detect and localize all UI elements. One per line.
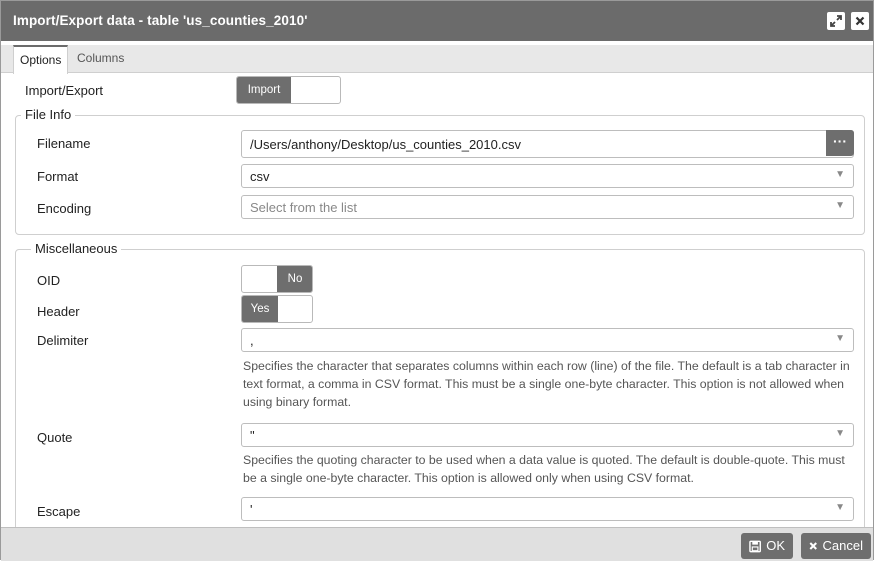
tab-bar: Options Columns — [1, 45, 873, 74]
delimiter-select[interactable]: , ▼ — [241, 328, 854, 352]
format-label: Format — [37, 169, 79, 184]
header-toggle[interactable]: Yes — [241, 295, 313, 323]
import-export-toggle-value: Import — [237, 77, 291, 103]
dialog-title: Import/Export data - table 'us_counties_… — [13, 13, 308, 28]
header-label: Header — [37, 304, 80, 319]
dialog-titlebar[interactable]: Import/Export data - table 'us_counties_… — [1, 1, 873, 41]
browse-button[interactable]: ··· — [826, 130, 854, 156]
maximize-button[interactable] — [827, 12, 845, 30]
cancel-button[interactable]: Cancel — [801, 533, 871, 559]
chevron-down-icon: ▼ — [835, 333, 845, 344]
import-export-toggle[interactable]: Import — [236, 76, 341, 104]
delimiter-label: Delimiter — [37, 333, 89, 348]
delimiter-value: , — [250, 333, 254, 348]
oid-toggle-value: No — [277, 266, 312, 292]
encoding-placeholder: Select from the list — [250, 200, 357, 215]
filename-label: Filename — [37, 136, 91, 151]
quote-value: " — [250, 428, 255, 443]
more-icon: ··· — [833, 133, 847, 149]
save-icon — [749, 540, 761, 552]
cancel-button-label: Cancel — [822, 538, 863, 553]
quote-label: Quote — [37, 430, 73, 445]
chevron-down-icon: ▼ — [835, 200, 845, 211]
escape-select[interactable]: ' ▼ — [241, 497, 854, 521]
chevron-down-icon: ▼ — [835, 502, 845, 513]
encoding-select[interactable]: Select from the list ▼ — [241, 195, 854, 219]
quote-help-text: Specifies the quoting character to be us… — [243, 453, 845, 485]
dialog-footer: OK Cancel — [1, 527, 873, 561]
encoding-label: Encoding — [37, 201, 92, 216]
ok-button[interactable]: OK — [741, 533, 793, 559]
escape-label: Escape — [37, 504, 81, 519]
oid-label: OID — [37, 273, 61, 288]
filename-field[interactable]: /Users/anthony/Desktop/us_counties_2010.… — [241, 130, 854, 158]
quote-select[interactable]: " ▼ — [241, 423, 854, 447]
file-info-legend: File Info — [21, 107, 76, 122]
chevron-down-icon: ▼ — [835, 428, 845, 439]
chevron-down-icon: ▼ — [835, 169, 845, 180]
header-toggle-value: Yes — [242, 296, 278, 322]
ok-button-label: OK — [766, 538, 785, 553]
format-value: csv — [250, 169, 270, 184]
close-icon — [809, 542, 817, 550]
tab-options[interactable]: Options — [13, 45, 69, 74]
options-panel[interactable]: Import/Export Import File Info Filename … — [1, 73, 873, 527]
filename-value: /Users/anthony/Desktop/us_counties_2010.… — [250, 137, 521, 152]
close-icon — [855, 16, 865, 26]
escape-value: ' — [250, 502, 253, 517]
import-export-label: Import/Export — [25, 83, 104, 98]
maximize-icon — [830, 15, 842, 27]
close-button[interactable] — [851, 12, 869, 30]
format-select[interactable]: csv ▼ — [241, 164, 854, 188]
tab-columns[interactable]: Columns — [71, 45, 130, 73]
delimiter-help-text: Specifies the character that separates c… — [243, 359, 850, 409]
import-export-dialog: Import/Export data - table 'us_counties_… — [0, 0, 874, 561]
oid-toggle[interactable]: No — [241, 265, 313, 293]
miscellaneous-legend: Miscellaneous — [31, 241, 122, 256]
